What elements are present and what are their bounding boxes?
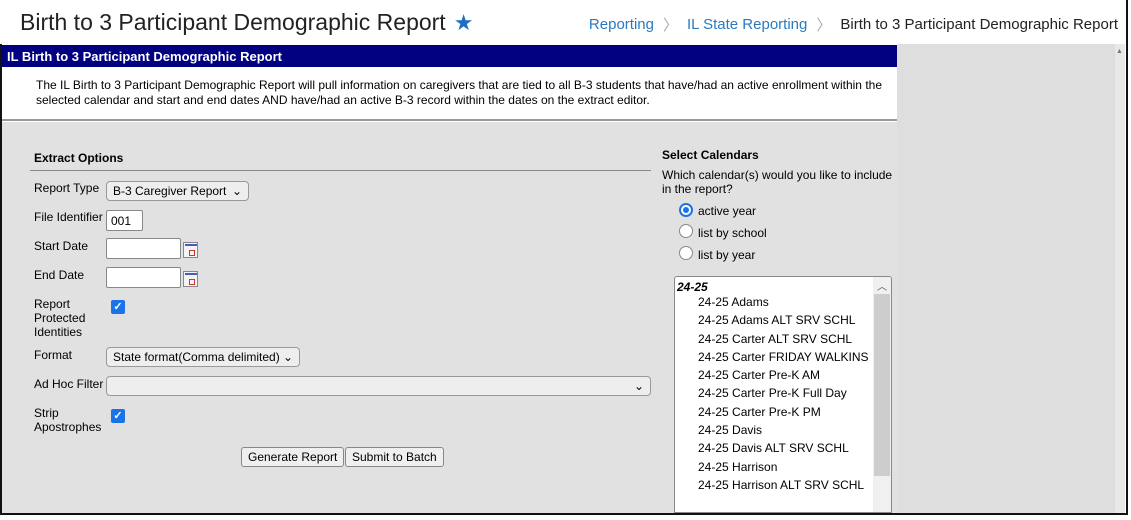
radio-list-by-school[interactable]: [679, 224, 693, 238]
star-icon[interactable]: ★: [454, 10, 474, 36]
strip-apostrophes-checkbox[interactable]: ✓: [111, 409, 125, 423]
radio-label: list by year: [698, 248, 756, 262]
calendar-option[interactable]: 24-25 Harrison ALT SRV SCHL: [675, 476, 891, 494]
strip-apostrophes-label: Strip Apostrophes: [34, 406, 102, 434]
chevron-right-icon: 〉: [662, 17, 678, 34]
calendars-question: Which calendar(s) would you like to incl…: [662, 168, 893, 196]
breadcrumb-reporting[interactable]: Reporting: [589, 16, 654, 33]
end-date-label: End Date: [34, 268, 85, 282]
calendar-list[interactable]: 24-25 24-25 Adams 24-25 Adams ALT SRV SCH…: [674, 276, 892, 513]
calendar-option[interactable]: 24-25 Adams ALT SRV SCHL: [675, 311, 891, 329]
report-description: The IL Birth to 3 Participant Demographi…: [2, 67, 897, 121]
format-label: Format: [34, 348, 73, 362]
page-header: Birth to 3 Participant Demographic Repor…: [0, 0, 1124, 44]
scroll-up-icon[interactable]: ▲: [1116, 48, 1123, 55]
generate-report-button[interactable]: Generate Report: [241, 447, 345, 467]
breadcrumb-il-state-reporting[interactable]: IL State Reporting: [687, 16, 807, 33]
submit-to-batch-button[interactable]: Submit to Batch: [345, 447, 444, 467]
radio-list-by-year[interactable]: [679, 246, 693, 260]
start-date-input[interactable]: [106, 238, 181, 259]
calendar-icon[interactable]: [183, 242, 198, 258]
calendar-option[interactable]: 24-25 Carter ALT SRV SCHL: [675, 330, 891, 348]
calendar-option[interactable]: 24-25 Carter FRIDAY WALKINS: [675, 348, 891, 366]
report-banner: IL Birth to 3 Participant Demographic Re…: [2, 45, 897, 67]
radio-label: list by school: [698, 226, 767, 240]
radio-label: active year: [698, 204, 757, 218]
report-type-select[interactable]: B-3 Caregiver Report ⌄: [106, 181, 249, 201]
ad-hoc-filter-label: Ad Hoc Filter: [34, 377, 104, 391]
report-type-label: Report Type: [34, 181, 100, 195]
report-protected-label: Report Protected Identities: [34, 297, 86, 339]
chevron-down-icon: ⌄: [282, 350, 293, 364]
right-panel: [897, 44, 1115, 513]
breadcrumb-current: Birth to 3 Participant Demographic Repor…: [840, 16, 1118, 33]
calendar-option[interactable]: 24-25 Harrison: [675, 458, 891, 476]
ad-hoc-filter-select[interactable]: ⌄: [106, 376, 651, 396]
select-calendars-heading: Select Calendars: [662, 148, 759, 162]
file-identifier-input[interactable]: 001: [106, 210, 143, 231]
calendar-option[interactable]: 24-25 Carter Pre-K AM: [675, 366, 891, 384]
start-date-label: Start Date: [34, 239, 89, 253]
list-scrollbar[interactable]: ︿: [873, 277, 891, 512]
report-protected-checkbox[interactable]: ✓: [111, 300, 125, 314]
page-scrollbar[interactable]: ▲: [1115, 44, 1125, 513]
calendar-option[interactable]: 24-25 Davis ALT SRV SCHL: [675, 439, 891, 457]
chevron-up-icon[interactable]: ︿: [877, 278, 887, 293]
chevron-down-icon: ⌄: [633, 379, 644, 393]
radio-active-year[interactable]: [679, 203, 693, 217]
calendar-icon[interactable]: [183, 271, 198, 287]
calendar-group: 24-25: [677, 280, 708, 294]
chevron-down-icon: ⌄: [231, 184, 242, 198]
format-select[interactable]: State format(Comma delimited) ⌄: [106, 347, 300, 367]
calendar-option[interactable]: 24-25 Carter Pre-K Full Day: [675, 384, 891, 402]
chevron-right-icon: 〉: [816, 17, 832, 34]
calendar-option[interactable]: 24-25 Adams: [675, 293, 891, 311]
end-date-input[interactable]: [106, 267, 181, 288]
page-title: Birth to 3 Participant Demographic Repor…: [20, 9, 474, 36]
calendar-option[interactable]: 24-25 Davis: [675, 421, 891, 439]
divider: [30, 170, 651, 171]
calendar-option[interactable]: 24-25 Carter Pre-K PM: [675, 403, 891, 421]
file-identifier-label: File Identifier: [34, 210, 103, 224]
breadcrumb: Reporting 〉 IL State Reporting 〉 Birth to …: [589, 14, 1118, 35]
scrollbar-thumb[interactable]: [874, 294, 890, 476]
extract-options-heading: Extract Options: [34, 151, 124, 165]
